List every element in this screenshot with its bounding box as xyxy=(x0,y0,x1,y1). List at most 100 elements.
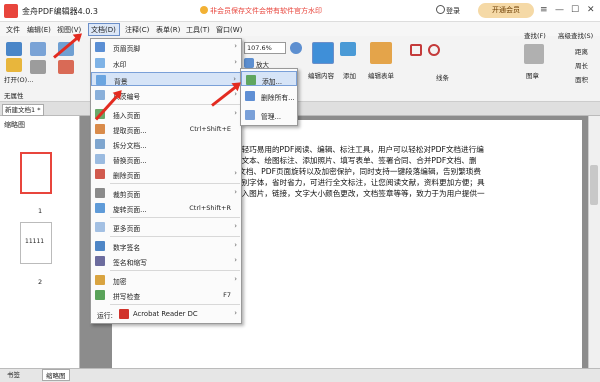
menu-item-header-footer[interactable]: 页眉页脚 › xyxy=(91,40,241,54)
scrollbar-thumb[interactable] xyxy=(590,165,598,205)
vertical-scrollbar[interactable] xyxy=(588,116,600,368)
menu-item-background[interactable]: 背景 › xyxy=(91,72,241,86)
page-number-2: 2 xyxy=(38,278,43,286)
menu-form[interactable]: 表单(R) xyxy=(156,25,180,35)
perimeter-tool[interactable]: 周长 xyxy=(575,60,588,70)
menu-item-watermark[interactable]: 水印 › xyxy=(91,56,241,70)
open-folder-icon[interactable] xyxy=(6,58,22,72)
menu-item-crop-page[interactable]: 裁剪页面 › xyxy=(91,186,241,200)
pdf-icon[interactable] xyxy=(58,60,74,74)
menu-tools[interactable]: 工具(T) xyxy=(186,25,210,35)
submenu-item-add[interactable]: 添加... xyxy=(241,71,297,86)
app-logo-icon xyxy=(4,4,18,18)
page-text-block[interactable]: 款轻巧易用的PDF阅读、编辑、标注工具，用户可以轻松对PDF文档进行编 编文本、… xyxy=(234,144,570,199)
rectangle-icon[interactable] xyxy=(410,44,422,56)
menu-item-rotate-page[interactable]: 旋转页面... Ctrl+Shift+R xyxy=(91,201,241,215)
distance-tool[interactable]: 距离 xyxy=(575,46,588,56)
zoom-in-icon[interactable] xyxy=(244,58,254,68)
search-link[interactable]: 查找(F) xyxy=(524,30,546,40)
thumbnails-title: 缩略图 xyxy=(4,121,25,129)
submenu-arrow-icon: › xyxy=(234,241,237,249)
page-text-line[interactable]: 识别字体，省时省力，可进行全文标注，让您阅读文献，资料更加方便；具 xyxy=(234,177,570,188)
vip-button[interactable]: 开通会员 xyxy=(478,3,534,18)
line-label[interactable]: 线条 xyxy=(436,72,449,82)
submenu-arrow-icon: › xyxy=(234,169,237,177)
menu-item-insert-page[interactable]: 插入页面 › xyxy=(91,107,241,121)
edit-content-label[interactable]: 编辑内容 xyxy=(308,70,334,80)
thumbnail-text: 11111 xyxy=(25,238,45,245)
advanced-search-link[interactable]: 高级查找(S) xyxy=(558,30,593,40)
replace-page-icon xyxy=(95,154,105,164)
zoom-out-icon[interactable] xyxy=(290,42,302,54)
menu-item-encrypt[interactable]: 加密 › xyxy=(91,273,241,287)
new-doc-icon[interactable] xyxy=(6,42,22,56)
menu-edit[interactable]: 编辑(E) xyxy=(27,25,51,35)
menu-document[interactable]: 文档(D) xyxy=(91,25,116,35)
tab-thumbnails[interactable]: 缩略图 xyxy=(42,369,70,381)
menu-window[interactable]: 窗口(W) xyxy=(216,25,242,35)
menu-item-sign-initials[interactable]: 签名和缩写 › xyxy=(91,254,241,268)
print-icon[interactable] xyxy=(30,60,46,74)
zoom-select[interactable]: 107.6% xyxy=(244,42,286,54)
acrobat-icon xyxy=(119,309,129,319)
page-number-1: 1 xyxy=(38,207,43,215)
submenu-arrow-icon: › xyxy=(234,90,237,98)
tab-bookmarks[interactable]: 书签 xyxy=(4,369,23,381)
edit-form-label[interactable]: 编辑表单 xyxy=(368,70,394,80)
submenu-arrow-icon: › xyxy=(234,275,237,283)
rotate-page-icon xyxy=(95,203,105,213)
watermark-notice: 非会员保存文件会带有软件官方水印 xyxy=(210,7,322,15)
menu-separator xyxy=(110,104,240,105)
login-link[interactable]: 登录 xyxy=(446,6,460,16)
menu-separator xyxy=(110,236,240,237)
menu-item-digital-signature[interactable]: 数字签名 › xyxy=(91,239,241,253)
page-text-line[interactable]: F文档、PDF页面旋转以及加密保护，同时支持一键段落编辑，告别繁琐费 xyxy=(234,166,570,177)
user-icon[interactable] xyxy=(436,5,445,14)
edit-content-icon[interactable] xyxy=(312,42,334,64)
edit-form-icon[interactable] xyxy=(370,42,392,64)
menu-item-extract-page[interactable]: 提取页面... Ctrl+Shift+E xyxy=(91,122,241,136)
delete-background-icon xyxy=(245,91,255,101)
page-text-line[interactable]: 插入图片，链接，文字大小颜色更改，文档签章等等，致力于为用户提供一 xyxy=(234,188,570,199)
menu-separator xyxy=(110,183,240,184)
doc-tab[interactable]: 新建文档1 * xyxy=(2,104,44,116)
menu-item-delete-page[interactable]: 删除页面 › xyxy=(91,167,241,181)
page-thumbnail-1[interactable] xyxy=(20,152,52,194)
stamp-icon[interactable] xyxy=(524,44,544,64)
submenu-item-manage[interactable]: 管理... xyxy=(241,107,297,122)
page-text-line[interactable]: 编文本、绘图标注、添加照片、填写表单、签署合同、合并PDF文档、删 xyxy=(234,155,570,166)
menu-icon[interactable]: ≡ xyxy=(540,5,548,15)
warning-icon xyxy=(200,6,208,14)
page-text-line[interactable]: 款轻巧易用的PDF阅读、编辑、标注工具，用户可以轻松对PDF文档进行编 xyxy=(234,144,570,155)
save-icon[interactable] xyxy=(30,42,46,56)
stamp-label[interactable]: 图章 xyxy=(526,70,539,80)
watermark-icon xyxy=(95,58,105,68)
menu-separator xyxy=(110,270,240,271)
submenu-item-delete-all[interactable]: 删除所有... xyxy=(241,88,297,103)
more-pages-icon xyxy=(95,222,105,232)
lock-icon xyxy=(95,275,105,285)
menu-comment[interactable]: 注释(C) xyxy=(125,25,149,35)
minimize-button[interactable]: — xyxy=(555,5,564,15)
menu-item-more-pages[interactable]: 更多页面 › xyxy=(91,220,241,234)
menu-item-replace-page[interactable]: 替换页面... xyxy=(91,152,241,166)
circle-icon[interactable] xyxy=(428,44,440,56)
open-label[interactable]: 打开(O)... xyxy=(4,74,33,84)
digital-signature-icon xyxy=(95,241,105,251)
background-icon xyxy=(96,75,106,85)
close-button[interactable]: ✕ xyxy=(587,5,595,15)
menu-separator xyxy=(110,304,240,305)
manage-background-icon xyxy=(245,110,255,120)
app-title: 金舟PDF编辑器4.0.3 xyxy=(22,7,98,16)
header-footer-icon xyxy=(95,42,105,52)
maximize-button[interactable]: ☐ xyxy=(571,5,579,15)
add-image-icon[interactable] xyxy=(340,42,356,56)
extract-page-icon xyxy=(95,124,105,134)
add-label[interactable]: 添加 xyxy=(343,70,356,80)
menu-file[interactable]: 文件 xyxy=(6,25,20,35)
menu-item-spell-check[interactable]: 拼写检查 F7 xyxy=(91,288,241,302)
submenu-arrow-icon: › xyxy=(234,42,237,50)
area-tool[interactable]: 面积 xyxy=(575,74,588,84)
menu-item-split-document[interactable]: 拆分文档... xyxy=(91,137,241,151)
menu-item-run-acrobat[interactable]: 运行: Acrobat Reader DC › xyxy=(91,307,241,321)
